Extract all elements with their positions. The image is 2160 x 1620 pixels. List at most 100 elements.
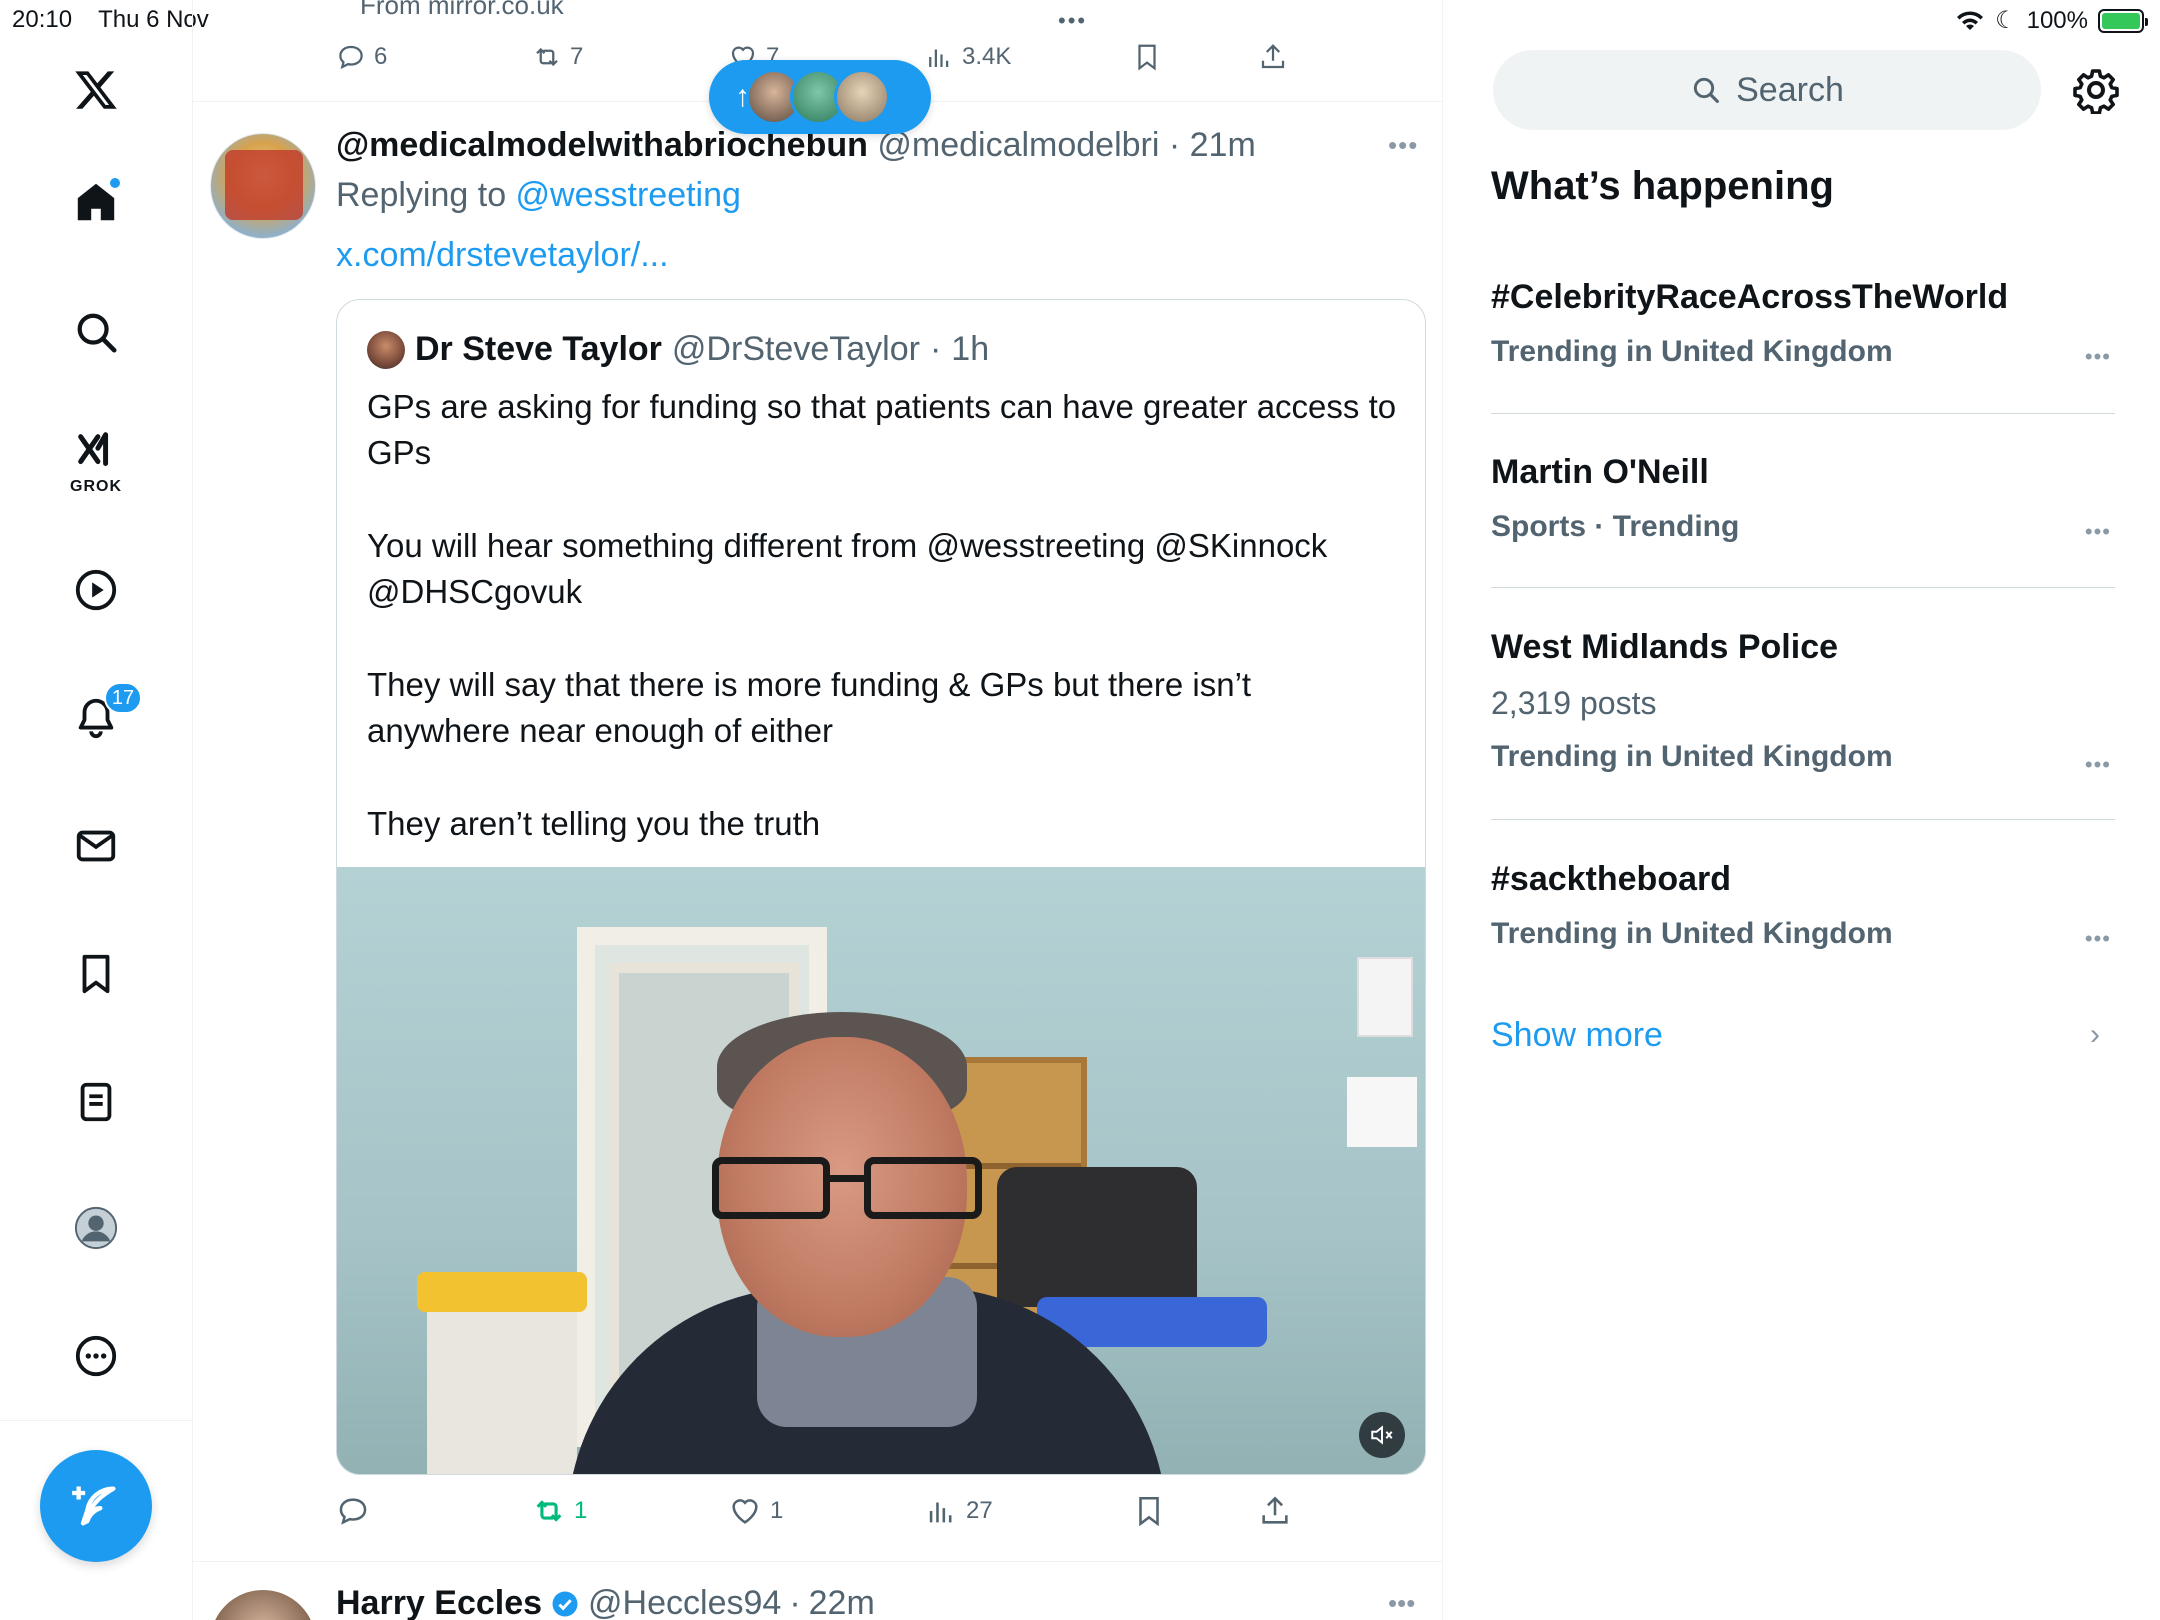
speaker-muted-icon bbox=[1371, 1425, 1393, 1445]
settings-gear-icon[interactable] bbox=[2072, 66, 2120, 114]
repost-icon bbox=[536, 47, 558, 67]
quote-author-name: Dr Steve Taylor bbox=[415, 330, 662, 368]
timeline: From mirror.co.uk 6 7 7 3.4K ↑ @medicalm… bbox=[193, 0, 1443, 1620]
quote-paragraph: They aren’t telling you the truth bbox=[367, 805, 821, 842]
explore-search-icon[interactable] bbox=[66, 302, 126, 362]
author-avatar[interactable] bbox=[210, 133, 316, 239]
trend-meta: Trending in United Kingdom bbox=[1491, 740, 1893, 773]
repost-button[interactable]: 7 bbox=[532, 42, 583, 72]
right-sidebar: Search What’s happening #CelebrityRaceAc… bbox=[1443, 0, 2160, 1620]
quote-paragraph: GPs are asking for funding so that patie… bbox=[367, 388, 1397, 471]
next-author-name[interactable]: Harry Eccles bbox=[336, 1584, 542, 1620]
profile-avatar-icon[interactable] bbox=[66, 1198, 126, 1258]
share-button[interactable] bbox=[1258, 1494, 1292, 1528]
quote-paragraph: You will hear something different from @… bbox=[367, 527, 1328, 610]
reply-icon bbox=[339, 45, 363, 70]
lists-icon[interactable] bbox=[66, 1072, 126, 1132]
trend-title: #CelebrityRaceAcrossTheWorld bbox=[1491, 278, 2009, 316]
repost-icon bbox=[536, 1500, 562, 1522]
author-handle[interactable]: @medicalmodelbri bbox=[877, 126, 1159, 164]
quote-body: GPs are asking for funding so that patie… bbox=[367, 384, 1397, 847]
quote-avatar bbox=[367, 330, 405, 369]
mute-button[interactable] bbox=[1359, 1412, 1405, 1458]
next-author-avatar[interactable] bbox=[210, 1590, 316, 1620]
notifications-bell-icon[interactable]: 17 bbox=[66, 682, 142, 748]
share-icon bbox=[1261, 44, 1285, 69]
quote-time: 1h bbox=[951, 330, 990, 368]
trend-item[interactable]: #CelebrityRaceAcrossTheWorld Trending in… bbox=[1491, 278, 2111, 369]
bookmark-button[interactable] bbox=[1132, 1494, 1166, 1528]
tweet-time[interactable]: 21m bbox=[1190, 126, 1256, 164]
quoted-post[interactable]: Dr Steve Taylor @DrSteveTaylor · 1h GPs ar… bbox=[336, 299, 1426, 1475]
notifications-badge: 17 bbox=[104, 682, 142, 714]
whats-happening-title: What’s happening bbox=[1491, 164, 1834, 208]
compose-feather-icon bbox=[72, 1486, 116, 1526]
trend-item[interactable]: #sacktheboard Trending in United Kingdom… bbox=[1491, 860, 2111, 951]
repost-count: 7 bbox=[570, 43, 584, 70]
quote-author-handle: @DrSteveTaylor bbox=[671, 330, 920, 368]
next-tweet-header: Harry Eccles @Heccles94 · 22m bbox=[336, 1584, 875, 1620]
trend-title: West Midlands Police bbox=[1491, 628, 1839, 666]
post-divider bbox=[193, 1561, 1442, 1562]
share-icon bbox=[1262, 1496, 1288, 1524]
trend-meta: Trending in United Kingdom bbox=[1491, 917, 1893, 950]
bookmark-icon bbox=[1139, 1496, 1159, 1527]
left-nav: GROK 17 bbox=[0, 0, 193, 1620]
trend-more-icon[interactable]: ••• bbox=[2085, 519, 2111, 545]
compose-post-button[interactable] bbox=[40, 1450, 152, 1562]
trend-meta: Sports · Trending bbox=[1491, 510, 1740, 543]
share-button[interactable] bbox=[1258, 42, 1288, 72]
heart-icon bbox=[732, 1499, 758, 1524]
repost-count: 1 bbox=[574, 1497, 588, 1524]
trend-title: #sacktheboard bbox=[1491, 860, 1731, 898]
trend-more-icon[interactable]: ••• bbox=[2085, 752, 2111, 778]
verified-badge-icon bbox=[552, 1591, 578, 1616]
chevron-right-icon[interactable]: › bbox=[2090, 1018, 2100, 1052]
replying-to-handle[interactable]: @wesstreeting bbox=[516, 176, 741, 214]
reply-button[interactable] bbox=[336, 1494, 378, 1528]
views-button[interactable]: 3.4K bbox=[924, 42, 1011, 72]
quote-paragraph: They will say that there is more funding… bbox=[367, 666, 1252, 749]
tweet-more-icon[interactable]: ••• bbox=[1388, 130, 1418, 161]
previous-post-source: From mirror.co.uk bbox=[360, 0, 564, 20]
view-count: 3.4K bbox=[962, 43, 1012, 70]
trend-item[interactable]: West Midlands Police 2,319 posts Trendin… bbox=[1491, 628, 2111, 777]
reply-button[interactable]: 6 bbox=[336, 42, 387, 72]
trend-meta: Trending in United Kingdom bbox=[1491, 335, 1893, 368]
like-button[interactable]: 1 bbox=[728, 1494, 783, 1528]
bookmark-button[interactable] bbox=[1132, 42, 1162, 72]
messages-mail-icon[interactable] bbox=[66, 816, 126, 876]
trend-divider bbox=[1491, 819, 2115, 820]
x-logo-icon[interactable] bbox=[66, 60, 126, 120]
search-input[interactable]: Search bbox=[1493, 50, 2041, 130]
bookmark-icon bbox=[1138, 44, 1156, 71]
video-play-icon[interactable] bbox=[66, 560, 126, 620]
tweet-more-icon[interactable]: ••• bbox=[1388, 1588, 1415, 1619]
home-icon[interactable] bbox=[66, 172, 126, 232]
next-author-handle[interactable]: @Heccles94 bbox=[588, 1584, 781, 1620]
next-tweet-time[interactable]: 22m bbox=[809, 1584, 875, 1620]
show-more-link[interactable]: Show more bbox=[1491, 1016, 1663, 1055]
trend-item[interactable]: Martin O'Neill Sports · Trending ••• bbox=[1491, 453, 2111, 544]
more-options-icon[interactable] bbox=[66, 1326, 126, 1386]
grok-icon[interactable] bbox=[66, 422, 126, 482]
new-posts-pill[interactable]: ↑ bbox=[709, 60, 931, 134]
home-unread-dot bbox=[108, 176, 122, 190]
nav-divider bbox=[0, 1420, 193, 1421]
replying-to: Replying to @wesstreeting bbox=[336, 176, 741, 215]
like-count: 1 bbox=[770, 1497, 784, 1524]
views-button[interactable]: 27 bbox=[924, 1494, 993, 1528]
quote-header: Dr Steve Taylor @DrSteveTaylor · 1h bbox=[367, 330, 989, 369]
trend-more-icon[interactable]: ••• bbox=[2085, 926, 2111, 952]
views-bar-icon bbox=[929, 49, 949, 67]
reply-icon bbox=[339, 1498, 367, 1525]
trend-more-icon[interactable]: ••• bbox=[2085, 344, 2111, 370]
tweet-link[interactable]: x.com/drstevetaylor/... bbox=[336, 236, 669, 275]
video-player[interactable] bbox=[337, 867, 1425, 1474]
trend-title: Martin O'Neill bbox=[1491, 453, 1709, 491]
search-placeholder: Search bbox=[1736, 70, 1844, 109]
new-post-avatar bbox=[834, 69, 890, 125]
repost-button[interactable]: 1 bbox=[532, 1494, 587, 1528]
trend-divider bbox=[1491, 413, 2115, 414]
bookmarks-icon[interactable] bbox=[66, 944, 126, 1004]
